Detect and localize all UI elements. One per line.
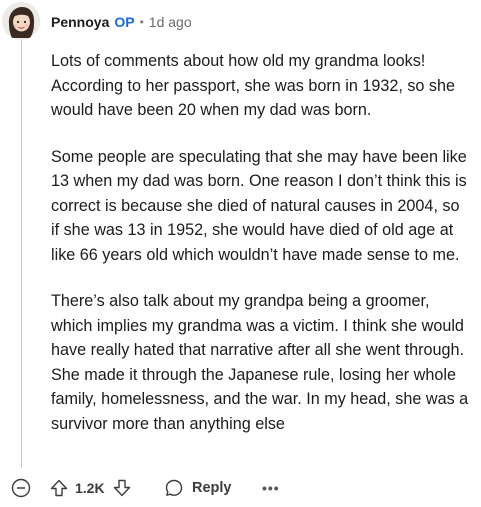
comment-bubble-icon [165,479,183,496]
upvote-button[interactable] [49,478,69,498]
collapse-button[interactable] [11,478,31,498]
op-badge: OP [114,14,135,30]
upvote-arrow-icon [50,479,68,497]
more-options-button[interactable]: ••• [262,476,280,500]
thread-line[interactable] [21,40,22,468]
comment-paragraph: There’s also talk about my grandpa being… [51,292,469,433]
meta-separator: • [139,15,144,29]
vote-count: 1.2K [75,480,105,496]
snoo-avatar-icon [2,2,40,40]
reply-label: Reply [192,480,232,496]
reply-button[interactable]: Reply [164,476,232,500]
downvote-arrow-icon [113,479,130,497]
vote-controls: 1.2K [49,476,132,500]
comment-meta: Pennoya OP • 1d ago [51,12,192,32]
comment-paragraph: Some people are speculating that she may… [51,147,467,264]
collapse-minus-icon [11,478,31,498]
downvote-button[interactable] [112,478,132,498]
comment-action-bar: 1.2K Reply ••• [0,474,481,502]
username[interactable]: Pennoya [51,14,109,30]
avatar[interactable] [2,2,40,40]
comment-body: Lots of comments about how old my grandm… [51,49,471,458]
timestamp[interactable]: 1d ago [149,14,192,30]
comment-paragraph: Lots of comments about how old my grandm… [51,52,456,119]
